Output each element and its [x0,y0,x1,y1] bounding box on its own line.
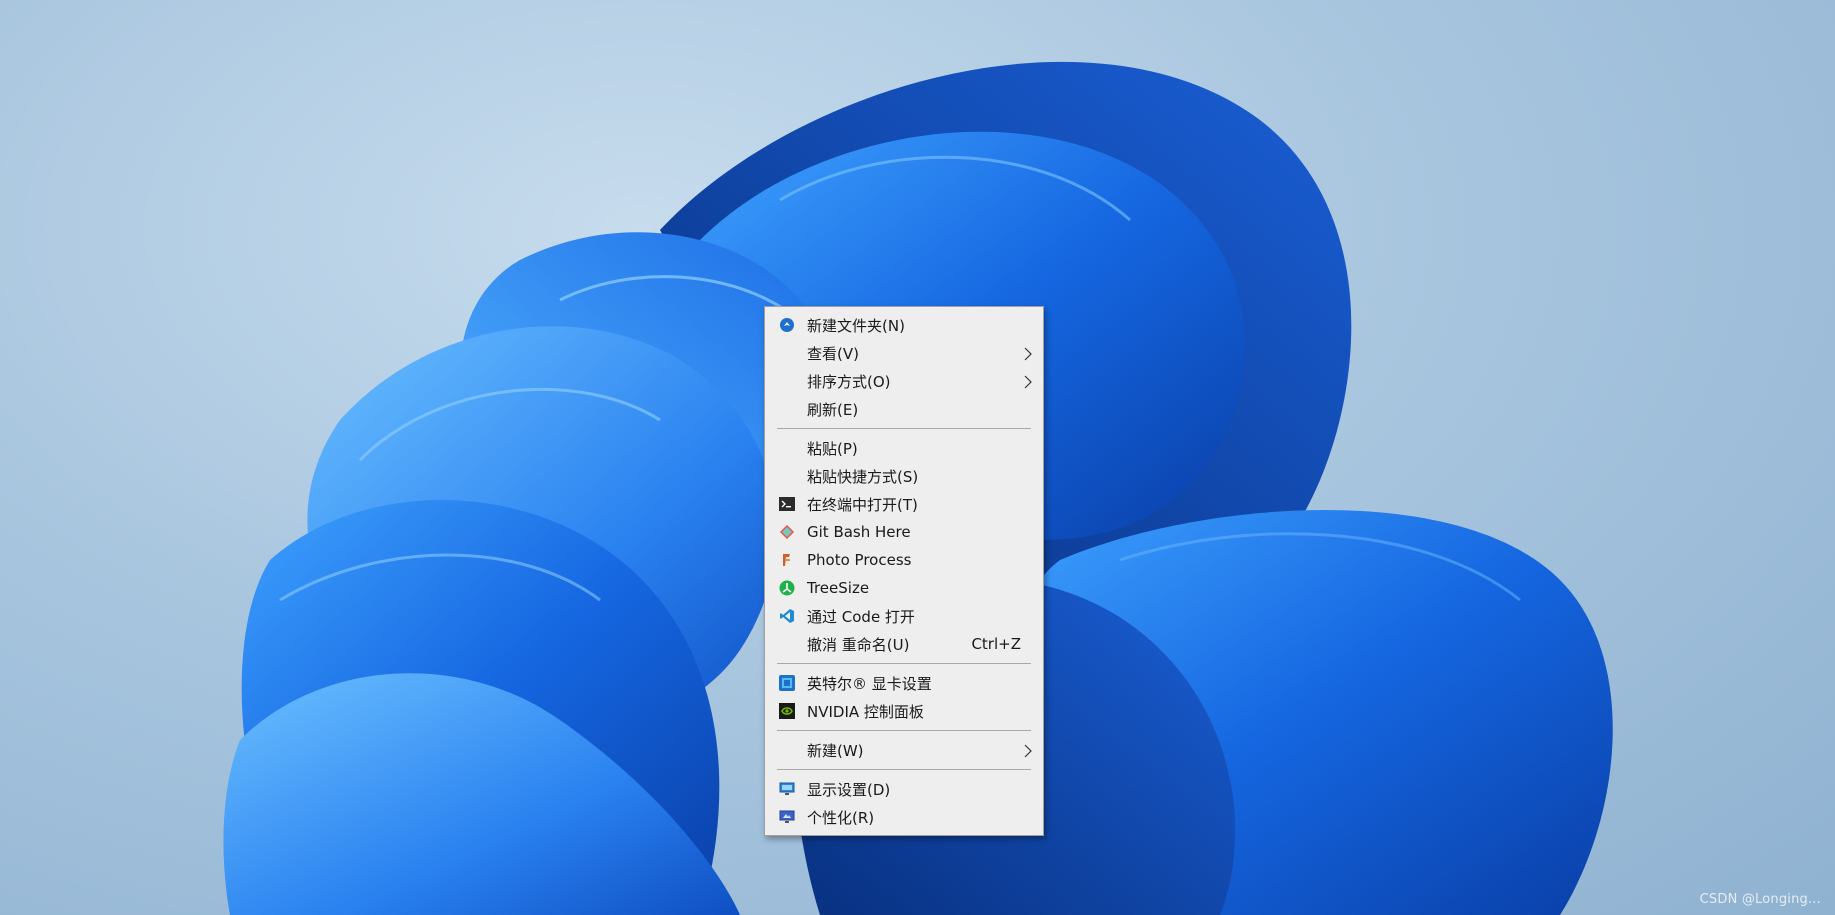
menu-item-label: 新建文件夹(N) [807,316,905,335]
new-folder-icon [779,317,795,333]
menu-item-1-1[interactable]: 粘贴快捷方式(S) [765,462,1043,490]
menu-item-label: 粘贴(P) [807,439,858,458]
menu-item-label: Git Bash Here [807,523,911,541]
menu-item-label: 撤消 重命名(U) [807,635,910,654]
menu-item-label: Photo Process [807,551,912,569]
menu-item-shortcut: Ctrl+Z [971,635,1021,653]
menu-item-label: 查看(V) [807,344,859,363]
desktop-context-menu: 新建文件夹(N) 查看(V) 排序方式(O) 刷新(E) 粘贴(P) 粘贴快捷方式(S) 在… [764,306,1044,836]
chevron-right-icon [1023,744,1033,758]
menu-item-label: 个性化(R) [807,808,875,827]
menu-separator [777,730,1031,731]
menu-item-label: TreeSize [807,579,870,597]
menu-item-3-0[interactable]: 新建(W) [765,736,1043,764]
menu-item-0-0[interactable]: 新建文件夹(N) [765,311,1043,339]
menu-item-4-0[interactable]: 显示设置(D) [765,775,1043,803]
menu-item-0-1[interactable]: 查看(V) [765,339,1043,367]
menu-item-label: 英特尔® 显卡设置 [807,674,932,693]
menu-item-label: 排序方式(O) [807,372,891,391]
menu-separator [777,428,1031,429]
watermark-text: CSDN @Longing... [1699,892,1821,907]
git-bash-icon [779,524,795,540]
menu-item-label: NVIDIA 控制面板 [807,702,924,721]
menu-item-2-1[interactable]: NVIDIA 控制面板 [765,697,1043,725]
personalize-icon [779,809,795,825]
photo-process-icon [779,552,795,568]
menu-item-0-3[interactable]: 刷新(E) [765,395,1043,423]
display-settings-icon [779,781,795,797]
menu-separator [777,663,1031,664]
intel-graphics-icon [779,675,795,691]
chevron-right-icon [1023,375,1033,389]
menu-item-2-0[interactable]: 英特尔® 显卡设置 [765,669,1043,697]
menu-item-1-3[interactable]: Git Bash Here [765,518,1043,546]
menu-item-4-1[interactable]: 个性化(R) [765,803,1043,831]
menu-separator [777,769,1031,770]
terminal-icon [779,496,795,512]
menu-item-1-0[interactable]: 粘贴(P) [765,434,1043,462]
desktop[interactable]: 新建文件夹(N) 查看(V) 排序方式(O) 刷新(E) 粘贴(P) 粘贴快捷方式(S) 在… [0,0,1835,915]
menu-item-0-2[interactable]: 排序方式(O) [765,367,1043,395]
menu-item-label: 显示设置(D) [807,780,891,799]
menu-item-1-6[interactable]: 通过 Code 打开 [765,602,1043,630]
menu-item-label: 新建(W) [807,741,864,760]
chevron-right-icon [1023,347,1033,361]
nvidia-icon [779,703,795,719]
menu-item-label: 通过 Code 打开 [807,607,915,626]
menu-item-label: 刷新(E) [807,400,859,419]
menu-item-1-2[interactable]: 在终端中打开(T) [765,490,1043,518]
menu-item-label: 粘贴快捷方式(S) [807,467,919,486]
menu-item-label: 在终端中打开(T) [807,495,918,514]
vscode-icon [779,608,795,624]
menu-item-1-5[interactable]: TreeSize [765,574,1043,602]
menu-item-1-7[interactable]: 撤消 重命名(U) Ctrl+Z [765,630,1043,658]
menu-item-1-4[interactable]: Photo Process [765,546,1043,574]
treesize-icon [779,580,795,596]
